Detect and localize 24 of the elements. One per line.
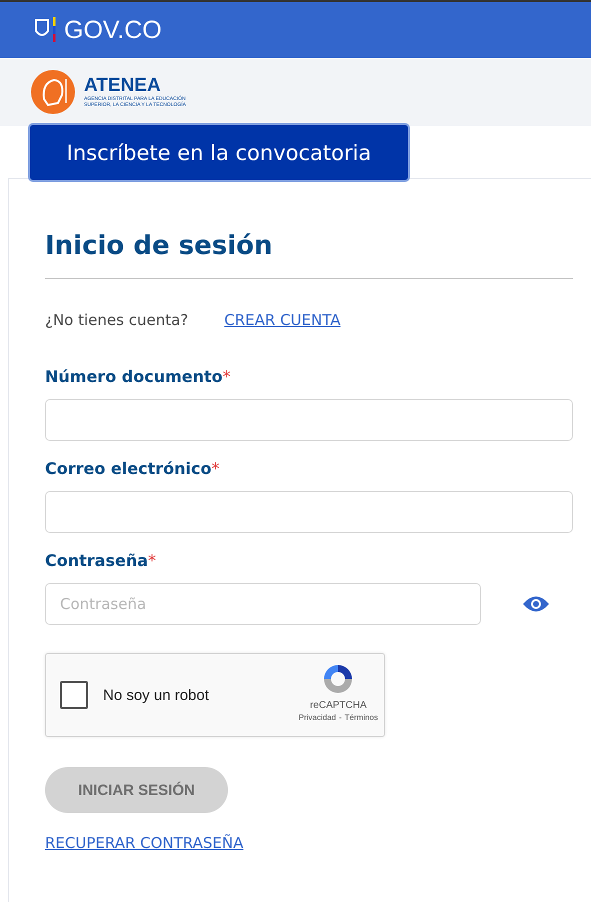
create-account-link[interactable]: CREAR CUENTA — [224, 311, 340, 329]
input-field[interactable] — [45, 399, 573, 441]
agency-logo-icon — [30, 69, 76, 115]
login-title: Inicio de sesión — [45, 230, 274, 263]
eye-icon[interactable] — [522, 595, 550, 613]
captcha-label: No soy un robot — [103, 686, 209, 704]
field-label: Número documento — [45, 367, 223, 386]
no-account-text: ¿No tienes cuenta? — [45, 311, 188, 329]
required-mark: * — [222, 367, 231, 386]
site-brand[interactable]: GOV.CO — [64, 16, 162, 44]
terms-link[interactable]: Términos — [344, 713, 378, 722]
privacy-link[interactable]: Privacidad — [298, 713, 336, 722]
required-mark: * — [211, 459, 220, 478]
input-field[interactable] — [45, 491, 573, 533]
register-button[interactable]: Inscríbete en la convocatoria — [28, 123, 410, 182]
recover-password-link[interactable]: RECUPERAR CONTRASEÑA — [45, 834, 244, 852]
agency-name: ATENEA — [84, 76, 161, 96]
field-label: Contraseña — [45, 551, 148, 570]
separator-text: - — [338, 713, 342, 722]
captcha-brand: reCAPTCHA — [310, 700, 367, 711]
password-field[interactable]: Contraseña — [45, 583, 481, 625]
field-label: Correo electrónico — [45, 459, 212, 478]
captcha-checkbox[interactable] — [60, 681, 88, 709]
required-mark: * — [148, 551, 156, 570]
